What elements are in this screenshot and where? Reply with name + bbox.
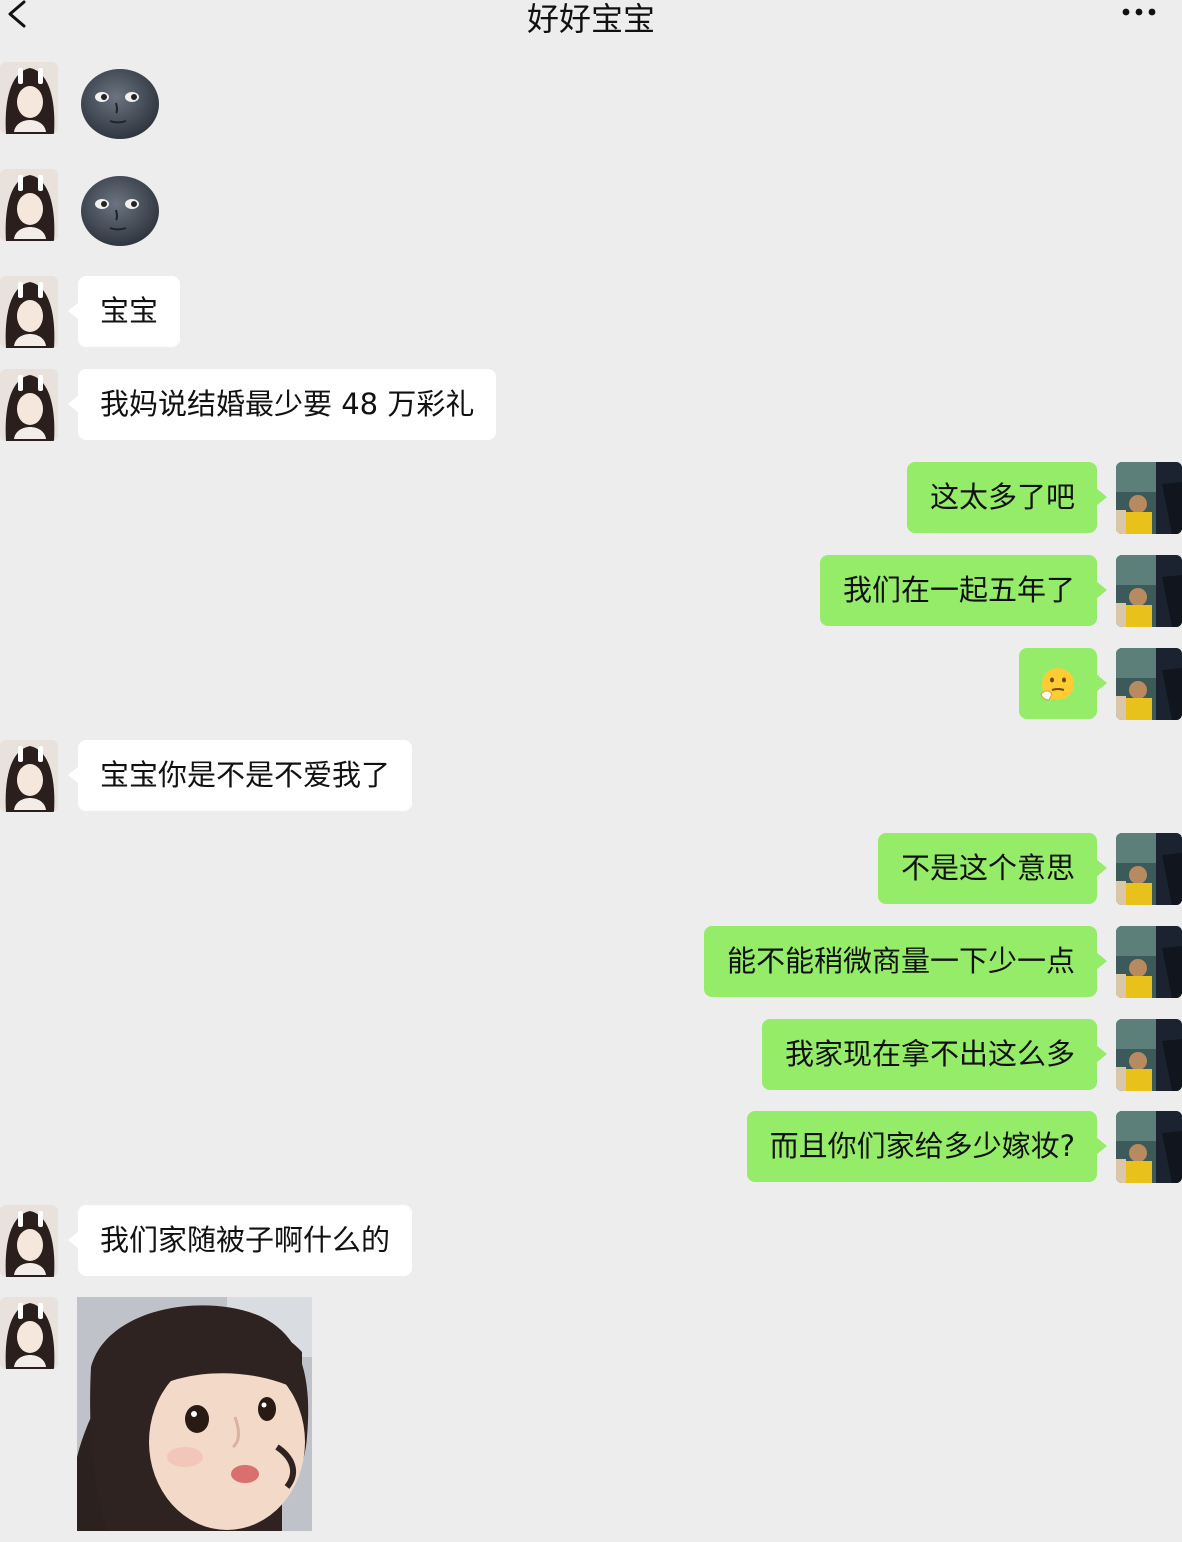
message-row: 而且你们家给多少嫁妆? xyxy=(0,1111,1182,1183)
incoming-message-bubble[interactable]: 我妈说结婚最少要 48 万彩礼 xyxy=(67,369,497,440)
message-row: 宝宝你是不是不爱我了 xyxy=(0,740,1182,812)
contact-avatar[interactable] xyxy=(0,1297,58,1369)
message-row: 我妈说结婚最少要 48 万彩礼 xyxy=(0,369,1182,441)
message-row: 我家现在拿不出这么多 xyxy=(0,1019,1182,1091)
self-avatar[interactable] xyxy=(1116,648,1182,720)
moon-face-sticker[interactable] xyxy=(80,67,160,139)
contact-avatar[interactable] xyxy=(0,369,58,441)
message-row: 不是这个意思 xyxy=(0,833,1182,905)
outgoing-message-bubble[interactable]: 不是这个意思 xyxy=(877,833,1108,904)
self-avatar[interactable] xyxy=(1116,926,1182,998)
message-row xyxy=(0,169,1182,249)
moon-face-sticker[interactable] xyxy=(80,174,160,246)
little-girl-looking-up-photo[interactable] xyxy=(77,1297,312,1531)
self-avatar[interactable] xyxy=(1116,1111,1182,1183)
thinking-face-emoji xyxy=(1040,668,1074,701)
contact-avatar[interactable] xyxy=(0,276,58,348)
self-avatar[interactable] xyxy=(1116,462,1182,534)
self-avatar[interactable] xyxy=(1116,833,1182,905)
self-avatar[interactable] xyxy=(1116,1019,1182,1091)
contact-avatar[interactable] xyxy=(0,169,58,241)
contact-avatar[interactable] xyxy=(0,62,58,134)
outgoing-message-bubble[interactable]: 这太多了吧 xyxy=(906,462,1108,533)
message-row xyxy=(0,648,1182,720)
incoming-message-bubble[interactable]: 宝宝 xyxy=(67,276,181,347)
message-row: 我们家随被子啊什么的 xyxy=(0,1205,1182,1277)
outgoing-message-bubble[interactable]: 我们在一起五年了 xyxy=(819,555,1108,626)
chat-title: 好好宝宝 xyxy=(526,0,655,38)
outgoing-message-bubble[interactable]: 能不能稍微商量一下少一点 xyxy=(703,926,1108,997)
message-row: 我们在一起五年了 xyxy=(0,555,1182,627)
chat-header: 好好宝宝 xyxy=(0,0,1182,44)
incoming-message-bubble[interactable]: 我们家随被子啊什么的 xyxy=(67,1205,413,1276)
message-row: 能不能稍微商量一下少一点 xyxy=(0,926,1182,998)
more-dots-icon xyxy=(1122,8,1156,16)
outgoing-message-bubble[interactable]: 我家现在拿不出这么多 xyxy=(761,1019,1108,1090)
contact-avatar[interactable] xyxy=(0,740,58,812)
incoming-message-bubble[interactable]: 宝宝你是不是不爱我了 xyxy=(67,740,413,811)
self-avatar[interactable] xyxy=(1116,555,1182,627)
message-row: 这太多了吧 xyxy=(0,462,1182,534)
outgoing-emoji-bubble[interactable] xyxy=(1019,648,1107,719)
message-row xyxy=(0,62,1182,142)
more-button[interactable] xyxy=(1114,0,1164,28)
contact-avatar[interactable] xyxy=(0,1205,58,1277)
outgoing-message-bubble[interactable]: 而且你们家给多少嫁妆? xyxy=(746,1111,1108,1182)
chat-screen: 好好宝宝 宝宝 我妈说结婚最少要 48 万彩礼 这太多了吧 我们在一起五年了 宝… xyxy=(0,0,1182,1542)
message-row: 宝宝 xyxy=(0,276,1182,348)
